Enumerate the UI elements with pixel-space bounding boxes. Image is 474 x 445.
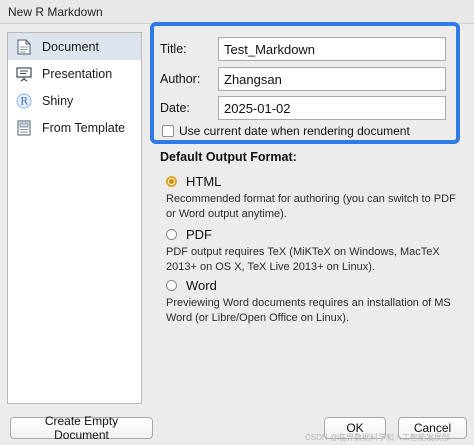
pdf-description: PDF output requires TeX (MiKTeX on Windo…: [166, 246, 440, 273]
sidebar-item-shiny[interactable]: R Shiny: [8, 87, 141, 114]
html-radio[interactable]: [166, 175, 177, 187]
sidebar-item-from-template[interactable]: From Template: [8, 114, 141, 141]
html-description: Recommended format for authoring (you ca…: [166, 193, 456, 220]
date-input[interactable]: [218, 96, 446, 120]
output-option-html[interactable]: HTML Recommended format for authoring (y…: [166, 172, 466, 222]
sidebar-item-label: From Template: [42, 120, 126, 135]
shiny-r-icon: R: [16, 93, 32, 109]
sidebar-item-document[interactable]: Document: [8, 33, 141, 60]
sidebar-item-label: Document: [42, 39, 99, 54]
title-input[interactable]: [218, 37, 446, 61]
author-row: Author:: [160, 67, 446, 91]
use-current-date-option[interactable]: Use current date when rendering document: [162, 124, 410, 138]
presentation-icon: [16, 66, 32, 82]
output-option-pdf[interactable]: PDF PDF output requires TeX (MiKTeX on W…: [166, 225, 466, 275]
date-row: Date:: [160, 96, 446, 120]
word-description: Previewing Word documents requires an in…: [166, 297, 451, 324]
window-titlebar: New R Markdown: [0, 0, 474, 24]
sidebar-item-label: Shiny: [42, 93, 74, 108]
title-row: Title:: [160, 37, 446, 61]
author-label: Author:: [160, 72, 201, 86]
template-type-list: Document Presentation R Shiny From Templ…: [7, 32, 142, 404]
author-input[interactable]: [218, 67, 446, 91]
create-empty-document-button[interactable]: Create Empty Document: [10, 414, 153, 442]
svg-text:R: R: [20, 96, 28, 107]
sidebar-item-presentation[interactable]: Presentation: [8, 60, 141, 87]
watermark: CSDN @临界数据科学和人工智能发展部: [305, 433, 451, 442]
output-format-heading: Default Output Format:: [160, 150, 297, 164]
use-current-date-checkbox[interactable]: [162, 125, 174, 137]
pdf-radio[interactable]: [166, 228, 177, 240]
date-label: Date:: [160, 101, 190, 115]
document-icon: [16, 39, 32, 55]
sidebar-item-label: Presentation: [42, 66, 113, 81]
word-radio[interactable]: [166, 279, 177, 291]
template-icon: [16, 120, 32, 136]
document-fields-panel: Title: Author: Date: Use current date wh…: [150, 22, 460, 144]
output-option-word[interactable]: Word Previewing Word documents requires …: [166, 276, 466, 326]
html-label: HTML: [186, 173, 222, 189]
use-current-date-label: Use current date when rendering document: [179, 124, 410, 138]
pdf-label: PDF: [186, 226, 212, 242]
word-label: Word: [186, 277, 217, 293]
title-label: Title:: [160, 42, 187, 56]
window-title: New R Markdown: [8, 5, 103, 19]
